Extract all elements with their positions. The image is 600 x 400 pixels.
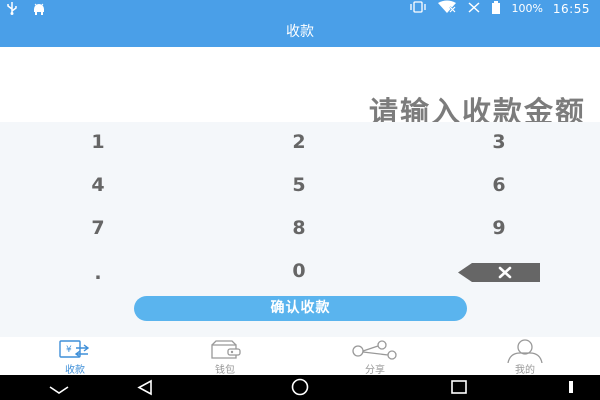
key-9[interactable]: 9 [424,213,574,243]
tab-wallet-label: 钱包 [215,365,235,376]
battery-percent: 100% [511,2,543,15]
page-title: 收款 [286,24,314,40]
key-4[interactable]: 4 [23,170,173,200]
status-bar: 100% 16:55 [0,0,600,17]
tab-receive-label: 收款 [65,365,85,376]
keyboard-switch-icon[interactable] [563,378,579,400]
recents-icon[interactable] [448,379,470,399]
key-0[interactable]: 0 [224,256,374,286]
home-icon[interactable] [287,378,313,400]
bottom-tab-bar: ¥ 收款 钱包 分享 我的 [0,337,600,376]
vibrate-icon [409,1,427,16]
app-bar: 收款 [0,17,600,47]
amount-display[interactable]: 请输入收款金额 [0,47,600,129]
key-6[interactable]: 6 [424,170,574,200]
key-decimal[interactable]: . [23,258,173,288]
battery-icon [491,0,501,17]
wifi-off-icon [437,0,457,17]
status-right-icons: 100% 16:55 [409,0,590,17]
chevron-down-icon[interactable] [48,381,70,400]
backspace-icon [458,263,540,282]
system-nav-bar [0,375,600,400]
tab-wallet[interactable]: 钱包 [150,337,300,376]
clock: 16:55 [552,1,590,16]
key-5[interactable]: 5 [224,170,374,200]
key-2[interactable]: 2 [224,127,374,157]
key-7[interactable]: 7 [23,213,173,243]
tab-receive[interactable]: ¥ 收款 [0,337,150,376]
usb-icon [6,1,18,18]
svg-text:¥: ¥ [66,345,72,355]
tab-profile[interactable]: 我的 [450,337,600,376]
status-left-icons [6,1,46,18]
key-1[interactable]: 1 [23,127,173,157]
back-icon[interactable] [135,379,155,400]
tab-share-label: 分享 [365,365,385,376]
key-8[interactable]: 8 [224,213,374,243]
android-debug-icon [32,2,46,18]
tab-profile-label: 我的 [515,365,535,376]
backspace-button[interactable] [458,263,540,282]
key-3[interactable]: 3 [424,127,574,157]
tab-share[interactable]: 分享 [300,337,450,376]
signal-off-icon [467,1,481,16]
confirm-payment-button[interactable]: 确认收款 [134,296,467,321]
numeric-keypad: 1 2 3 4 5 6 7 8 9 . 0 确认收款 [0,122,600,337]
